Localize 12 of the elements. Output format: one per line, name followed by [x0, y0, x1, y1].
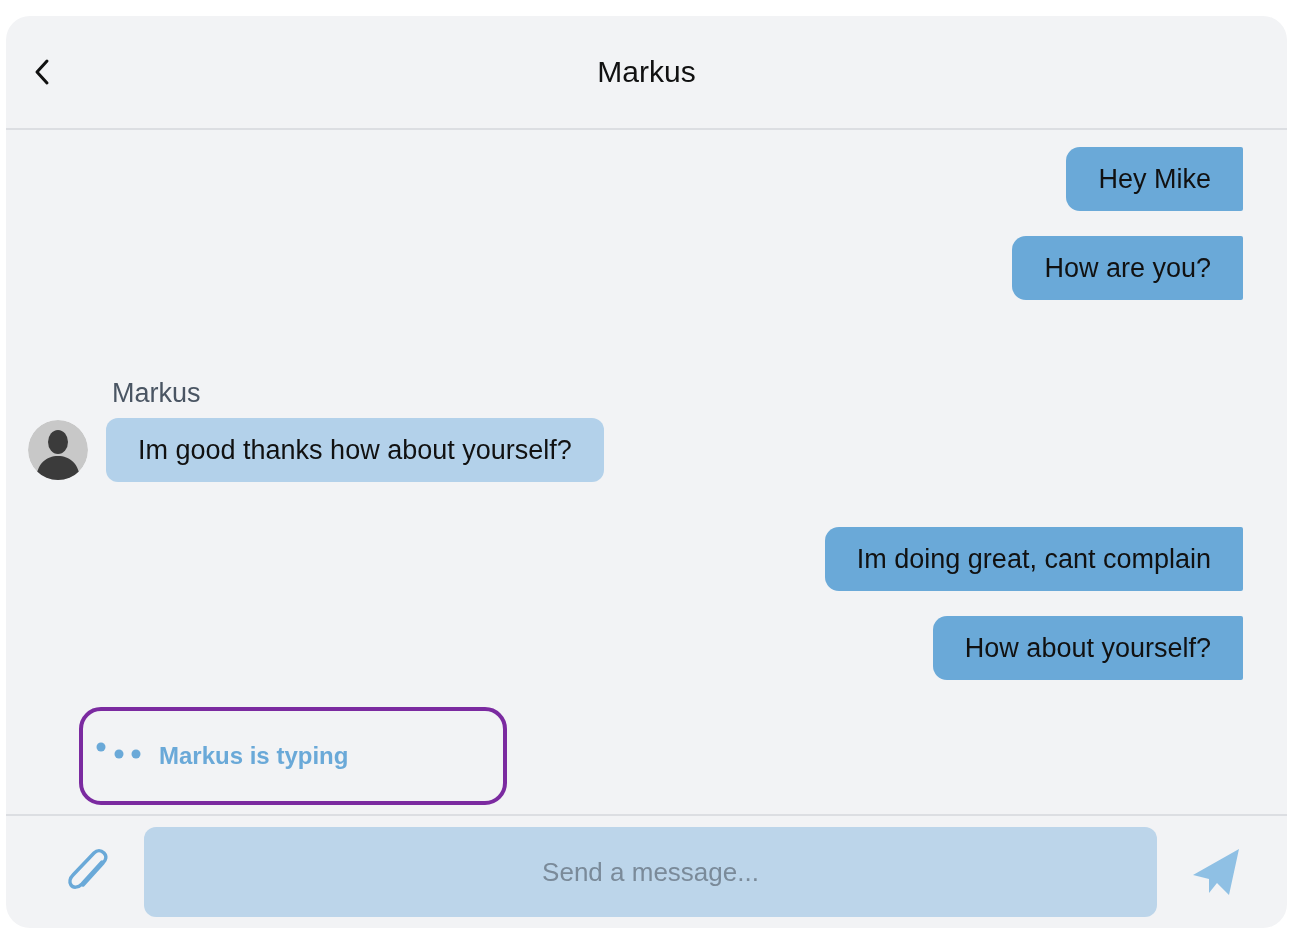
message-bubble: Im good thanks how about yourself? [106, 418, 604, 482]
message-bubble: How about yourself? [932, 616, 1243, 680]
message-bubble: How are you? [1012, 236, 1243, 300]
avatar-icon [28, 420, 88, 480]
message-bubble: Im doing great, cant complain [824, 527, 1243, 591]
chat-title: Markus [597, 55, 696, 89]
message-input-field[interactable]: Send a message... [144, 827, 1157, 917]
sender-name: Markus [112, 378, 201, 409]
message-bubble: Hey Mike [1066, 147, 1243, 211]
send-icon[interactable] [1191, 847, 1241, 897]
typing-text: Markus is typing [159, 742, 349, 770]
back-icon[interactable] [34, 58, 50, 86]
